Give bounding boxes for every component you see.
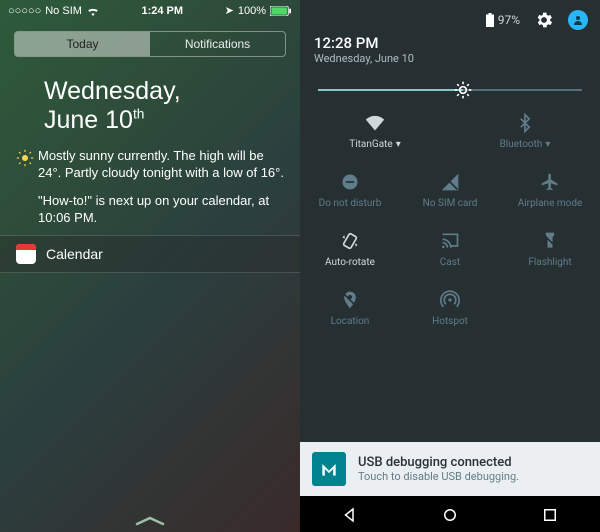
gear-icon[interactable] — [534, 10, 554, 30]
battery-icon — [486, 13, 494, 27]
qs-dnd[interactable]: Do not disturb — [300, 160, 400, 219]
tab-notifications[interactable]: Notifications — [150, 32, 285, 56]
calendar-text: "How-to!" is next up on your calendar, a… — [38, 192, 284, 227]
chevron-down-icon: ▾ — [396, 139, 401, 150]
airplane-icon — [540, 172, 560, 192]
qs-cast-label: Cast — [440, 257, 460, 268]
recents-button[interactable] — [541, 506, 559, 524]
qs-location[interactable]: Location — [300, 278, 400, 337]
sim-icon — [440, 172, 460, 192]
qs-wifi[interactable]: TitanGate ▾ — [300, 101, 450, 160]
date-ordinal: th — [133, 106, 144, 121]
calendar-row-label: Calendar — [46, 246, 103, 262]
qs-airplane[interactable]: Airplane mode — [500, 160, 600, 219]
grabber-icon[interactable] — [135, 516, 165, 526]
qs-cast[interactable]: Cast — [400, 219, 500, 278]
qs-rotate-label: Auto-rotate — [325, 257, 375, 268]
tab-segmented: Today Notifications — [14, 31, 286, 57]
location-icon — [340, 290, 360, 310]
battery-pct: 97% — [498, 13, 520, 27]
qs-flash[interactable]: Flashlight — [500, 219, 600, 278]
qs-bluetooth-label: Bluetooth — [500, 139, 543, 150]
chevron-down-icon: ▾ — [545, 139, 550, 150]
dnd-icon — [340, 172, 360, 192]
brightness-slider[interactable] — [318, 89, 582, 91]
wifi-icon — [86, 6, 100, 16]
brightness-icon — [453, 80, 473, 100]
today-widget: Mostly sunny currently. The high will be… — [0, 141, 300, 235]
notif-title: USB debugging connected — [358, 455, 519, 470]
status-time: 1:24 PM — [141, 5, 183, 17]
signal-icon: ○○○○○ — [8, 5, 41, 17]
qs-row-1: TitanGate▾ Bluetooth▾ — [300, 101, 600, 160]
qs-bluetooth[interactable]: Bluetooth▾ — [450, 101, 600, 160]
android-date-label: Wednesday, June 10 — [314, 52, 586, 65]
qs-sim[interactable]: No SIM card — [400, 160, 500, 219]
bluetooth-icon — [515, 113, 535, 133]
android-navbar — [300, 496, 600, 532]
home-button[interactable] — [441, 506, 459, 524]
qs-row-4: Location Hotspot — [300, 278, 600, 337]
calendar-row[interactable]: Calendar — [0, 235, 300, 273]
qs-row-3: Auto-rotate Cast Flashlight — [300, 219, 600, 278]
weather-text: Mostly sunny currently. The high will be… — [38, 147, 284, 182]
notification-card[interactable]: USB debugging connected Touch to disable… — [300, 442, 600, 496]
battery-status: 97% — [486, 13, 520, 27]
qs-hotspot[interactable]: Hotspot — [400, 278, 500, 337]
carrier-label: No SIM — [45, 5, 82, 17]
calendar-icon — [16, 244, 36, 264]
avatar[interactable] — [568, 10, 588, 30]
qs-row-2: Do not disturb No SIM card Airplane mode — [300, 160, 600, 219]
qs-location-label: Location — [331, 316, 370, 327]
android-time: 12:28 PM — [314, 34, 586, 52]
qs-wifi-label: TitanGate — [349, 139, 392, 150]
person-icon — [572, 14, 584, 26]
qs-airplane-label: Airplane mode — [518, 198, 583, 209]
qs-rotate[interactable]: Auto-rotate — [300, 219, 400, 278]
android-date[interactable]: 12:28 PM Wednesday, June 10 — [300, 34, 600, 71]
cast-icon — [440, 231, 460, 251]
battery-icon — [270, 6, 292, 16]
hotspot-icon — [440, 290, 460, 310]
android-status-bar: 97% — [300, 0, 600, 34]
flashlight-icon — [540, 231, 560, 251]
android-panel: 97% 12:28 PM Wednesday, June 10 TitanGat… — [300, 0, 600, 532]
ios-panel: ○○○○○ No SIM 1:24 PM ➤ 100% Today Notifi… — [0, 0, 300, 532]
ios-date: Wednesday, June 10th — [0, 67, 300, 141]
wifi-icon — [365, 113, 385, 133]
qs-sim-label: No SIM card — [423, 198, 478, 209]
sun-icon — [16, 149, 38, 227]
battery-pct: 100% — [238, 5, 266, 17]
android-m-icon — [312, 452, 346, 486]
qs-hotspot-label: Hotspot — [432, 316, 468, 327]
location-icon: ➤ — [225, 4, 234, 17]
rotate-icon — [340, 231, 360, 251]
date-monthday: June 10 — [44, 106, 133, 134]
tab-today[interactable]: Today — [15, 32, 150, 56]
ios-status-bar: ○○○○○ No SIM 1:24 PM ➤ 100% — [0, 0, 300, 21]
qs-dnd-label: Do not disturb — [319, 198, 382, 209]
date-weekday: Wednesday, — [44, 77, 256, 106]
notif-subtitle: Touch to disable USB debugging. — [358, 470, 519, 483]
qs-flash-label: Flashlight — [528, 257, 571, 268]
slider-progress — [318, 89, 463, 91]
back-button[interactable] — [341, 506, 359, 524]
